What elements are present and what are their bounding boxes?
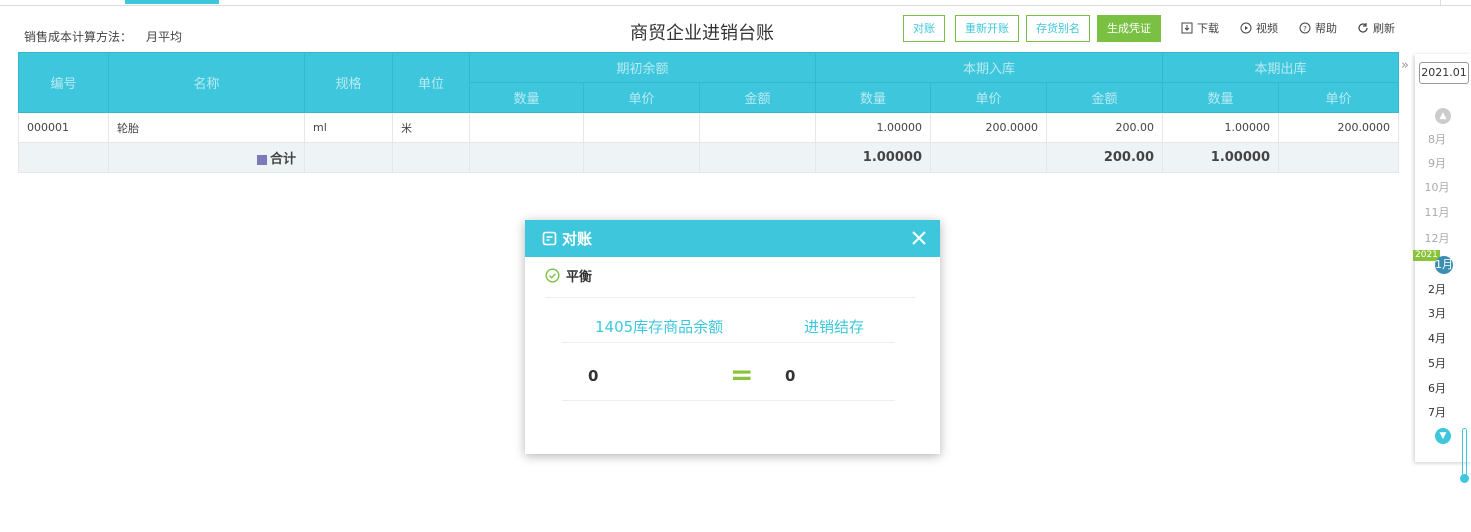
cost-method-value: 月平均 xyxy=(146,30,183,44)
inventory-balance-label: 1405库存商品余额 xyxy=(595,318,724,336)
inventory-flow-value: 0 xyxy=(785,367,796,385)
download-label: 下载 xyxy=(1197,22,1219,35)
help-button[interactable]: ? 帮助 xyxy=(1299,20,1337,36)
reconcile-dialog: 对账 平衡 1405库存商品余额 进销结存 0 = 0 xyxy=(525,220,940,454)
cell-open-amount xyxy=(699,112,816,143)
help-label: 帮助 xyxy=(1315,22,1337,35)
cell-in-amount: 200.00 xyxy=(1046,112,1163,143)
header-inbound: 本期入库 xyxy=(815,52,1163,83)
refresh-button[interactable]: 刷新 xyxy=(1357,20,1395,36)
close-icon[interactable] xyxy=(910,229,928,247)
header-outbound: 本期出库 xyxy=(1161,52,1400,83)
month-item[interactable]: 3月 xyxy=(1415,305,1459,321)
divider xyxy=(545,297,916,298)
inventory-alias-button[interactable]: 存货别名 xyxy=(1026,15,1090,42)
play-icon xyxy=(1240,22,1252,34)
scrollbar[interactable] xyxy=(1462,428,1467,476)
cell-open-price xyxy=(583,112,700,143)
header-open-amount: 金额 xyxy=(699,82,816,113)
total-out-qty: 1.00000 xyxy=(1162,142,1279,173)
download-icon xyxy=(1181,22,1193,34)
cost-method-label: 销售成本计算方法： xyxy=(24,30,133,44)
generate-voucher-button[interactable]: 生成凭证 xyxy=(1097,15,1161,42)
expand-arrow-icon[interactable]: » xyxy=(1401,58,1409,73)
cost-method: 销售成本计算方法： 月平均 xyxy=(24,28,182,45)
svg-text:?: ? xyxy=(1303,25,1307,33)
cell-in-price: 200.0000 xyxy=(930,112,1047,143)
header-in-qty: 数量 xyxy=(815,82,931,113)
current-month[interactable]: 1月 xyxy=(1435,256,1453,274)
refresh-icon xyxy=(1358,23,1368,33)
cell-spec: ml xyxy=(304,112,393,143)
table-row[interactable]: 000001 轮胎 ml 米 1.00000 200.0000 200.00 1… xyxy=(18,112,1400,143)
month-item[interactable]: 5月 xyxy=(1415,355,1459,371)
refresh-label: 刷新 xyxy=(1373,22,1395,35)
header-spec: 规格 xyxy=(304,52,393,113)
balance-status: 平衡 xyxy=(545,266,592,285)
header-in-price: 单价 xyxy=(930,82,1047,113)
cell-code: 000001 xyxy=(18,112,109,143)
ledger-table: 编号 名称 规格 单位 期初余额 本期入库 本期出库 数量 单价 金额 数量 单… xyxy=(18,52,1400,173)
inventory-flow-label: 进销结存 xyxy=(804,318,865,336)
video-label: 视频 xyxy=(1256,22,1278,35)
header-unit: 单位 xyxy=(392,52,470,113)
header-opening: 期初余额 xyxy=(469,52,816,83)
cell-in-qty: 1.00000 xyxy=(815,112,931,143)
cell-name: 轮胎 xyxy=(108,112,305,143)
check-circle-icon xyxy=(545,268,560,283)
scroll-down-icon[interactable]: ▼ xyxy=(1435,428,1451,444)
divider xyxy=(562,342,895,343)
cell-unit: 米 xyxy=(392,112,470,143)
page-header: 销售成本计算方法： 月平均 商贸企业进销台账 对账 重新开账 存货别名 生成凭证 … xyxy=(0,6,1415,52)
divider xyxy=(562,400,895,401)
total-in-qty: 1.00000 xyxy=(815,142,931,173)
dialog-title: 对账 xyxy=(562,230,593,248)
reconcile-button[interactable]: 对账 xyxy=(903,15,945,42)
month-item[interactable]: 8月 xyxy=(1415,131,1459,147)
download-button[interactable]: 下载 xyxy=(1181,20,1219,36)
header-in-amount: 金额 xyxy=(1046,82,1163,113)
month-item[interactable]: 11月 xyxy=(1415,204,1459,220)
year-field[interactable]: 2021.01 xyxy=(1419,62,1469,84)
month-item[interactable]: 7月 xyxy=(1415,404,1459,420)
header-open-price: 单价 xyxy=(583,82,700,113)
header-name: 名称 xyxy=(108,52,305,113)
header-open-qty: 数量 xyxy=(469,82,584,113)
cell-out-qty: 1.00000 xyxy=(1162,112,1279,143)
month-item[interactable]: 4月 xyxy=(1415,330,1459,346)
page-title: 商贸企业进销台账 xyxy=(630,23,774,44)
video-button[interactable]: 视频 xyxy=(1240,20,1278,36)
total-label-cell: 合计 xyxy=(108,142,305,173)
month-item[interactable]: 6月 xyxy=(1415,380,1459,396)
total-label: 合计 xyxy=(269,152,296,167)
total-in-amount: 200.00 xyxy=(1046,142,1163,173)
dialog-header: 对账 xyxy=(525,220,940,257)
month-item[interactable]: 9月 xyxy=(1415,155,1459,171)
help-icon: ? xyxy=(1299,22,1311,34)
sum-icon xyxy=(256,154,267,165)
cell-open-qty xyxy=(469,112,584,143)
scroll-up-icon[interactable]: ▲ xyxy=(1435,108,1451,124)
inventory-balance-value: 0 xyxy=(588,367,599,385)
status-text: 平衡 xyxy=(566,270,593,285)
cell-out-price: 200.0000 xyxy=(1277,112,1400,143)
month-item[interactable]: 2月 xyxy=(1415,281,1459,297)
month-item[interactable]: 10月 xyxy=(1415,179,1459,195)
period-selector: 2021.01 ▲ 8月 9月 10月 11月 12月 2021 1月 2月 3… xyxy=(1413,54,1471,462)
active-tab-indicator[interactable] xyxy=(125,0,219,4)
scroll-handle[interactable] xyxy=(1460,474,1469,483)
equals-sign: = xyxy=(730,358,754,391)
header-out-price: 单价 xyxy=(1277,82,1400,113)
header-out-qty: 数量 xyxy=(1162,82,1279,113)
total-row: 合计 1.00000 200.00 1.00000 xyxy=(18,142,1400,173)
tab-separator xyxy=(1440,0,1441,6)
header-code: 编号 xyxy=(18,52,109,113)
reconcile-icon xyxy=(542,231,557,246)
reopen-account-button[interactable]: 重新开账 xyxy=(955,15,1019,42)
month-item[interactable]: 12月 xyxy=(1415,230,1459,246)
